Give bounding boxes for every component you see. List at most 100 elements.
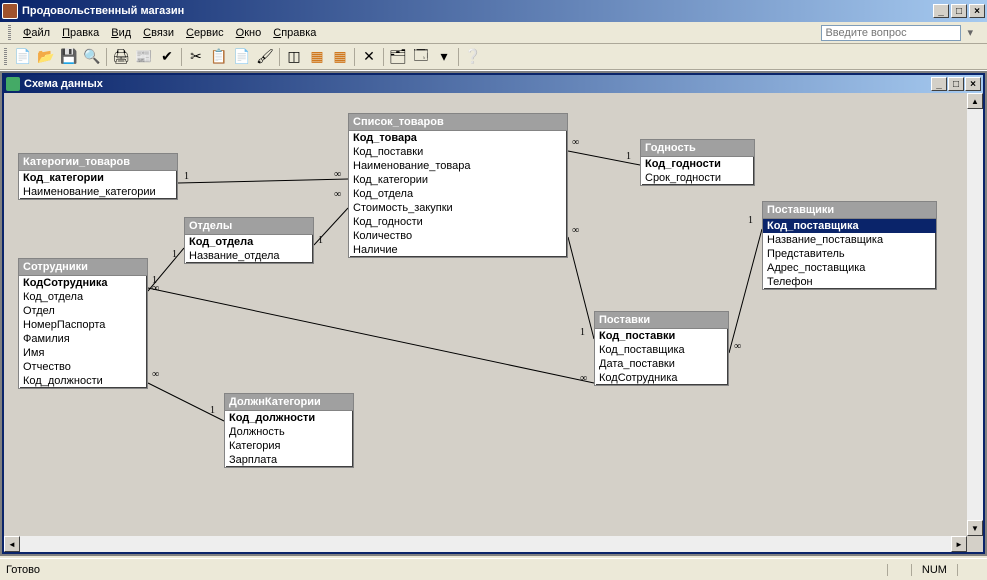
child-titlebar[interactable]: Схема данных _ □ × xyxy=(4,75,983,93)
table-field[interactable]: Категория xyxy=(225,439,353,453)
table-header[interactable]: ДолжнКатегории xyxy=(225,394,353,411)
table-field[interactable]: Код_отдела xyxy=(349,187,567,201)
table-field[interactable]: Код_товара xyxy=(349,131,567,145)
close-button[interactable]: × xyxy=(969,4,985,18)
table-field[interactable]: Наименование_категории xyxy=(19,185,177,199)
vertical-scrollbar[interactable]: ▲ ▼ xyxy=(967,93,983,536)
table-field[interactable]: Срок_годности xyxy=(641,171,754,185)
table-field[interactable]: Наличие xyxy=(349,243,567,257)
table-header[interactable]: Отделы xyxy=(185,218,313,235)
dropdown-arrow-icon[interactable]: ▾ xyxy=(961,26,979,39)
table-deliveries[interactable]: ПоставкиКод_поставкиКод_поставщикаДата_п… xyxy=(594,311,729,386)
table-field[interactable]: Зарплата xyxy=(225,453,353,467)
table-field[interactable]: НомерПаспорта xyxy=(19,318,147,332)
menu-view[interactable]: Вид xyxy=(105,25,137,41)
table-field[interactable]: Код_должности xyxy=(19,374,147,388)
save-icon[interactable]: 💾 xyxy=(58,46,80,68)
menu-tools[interactable]: Сервис xyxy=(180,25,230,41)
svg-text:1: 1 xyxy=(172,249,177,260)
scroll-left-icon[interactable]: ◄ xyxy=(4,536,20,552)
table-field[interactable]: Дата_поставки xyxy=(595,357,728,371)
table-field[interactable]: Код_категории xyxy=(19,171,177,185)
relationships-canvas[interactable]: 1∞1∞1∞∞1∞1∞1∞11∞ Катероги­и_товаровКод_к… xyxy=(4,93,983,536)
paste-icon[interactable]: 📄 xyxy=(231,46,253,68)
show-all-icon[interactable]: ▦ xyxy=(329,46,351,68)
open-icon[interactable]: 📂 xyxy=(35,46,57,68)
table-field[interactable]: КодСотрудника xyxy=(595,371,728,385)
table-field[interactable]: Адрес_поставщика xyxy=(763,261,936,275)
copy-icon[interactable]: 📋 xyxy=(208,46,230,68)
table-header[interactable]: Катероги­и_товаров xyxy=(19,154,177,171)
scroll-down-icon[interactable]: ▼ xyxy=(967,520,983,536)
table-field[interactable]: Код_поставщика xyxy=(763,219,936,233)
table-header[interactable]: Сотрудники xyxy=(19,259,147,276)
table-field[interactable]: Код_годности xyxy=(349,215,567,229)
new-icon[interactable]: 📄 xyxy=(12,46,34,68)
table-field[interactable]: Фамилия xyxy=(19,332,147,346)
table-employees[interactable]: СотрудникиКодСотрудникаКод_отделаОтделНо… xyxy=(18,258,148,389)
scroll-track[interactable] xyxy=(20,536,951,552)
table-positions[interactable]: ДолжнКатегорииКод_должностиДолжностьКате… xyxy=(224,393,354,468)
print-icon[interactable]: 🖨 xyxy=(110,46,132,68)
menu-window[interactable]: Окно xyxy=(230,25,268,41)
menu-edit[interactable]: Правка xyxy=(56,25,105,41)
table-categories[interactable]: Катероги­и_товаровКод_категорииНаименова… xyxy=(18,153,178,200)
table-field[interactable]: КодСотрудника xyxy=(19,276,147,290)
table-departments[interactable]: ОтделыКод_отделаНазвание_отдела xyxy=(184,217,314,264)
table-field[interactable]: Количество xyxy=(349,229,567,243)
table-header[interactable]: Поставщики xyxy=(763,202,936,219)
table-field[interactable]: Отчество xyxy=(19,360,147,374)
cut-icon[interactable]: ✂ xyxy=(185,46,207,68)
table-field[interactable]: Название_поставщика xyxy=(763,233,936,247)
table-shelflife[interactable]: ГодностьКод_годностиСрок_годности xyxy=(640,139,755,186)
window-icon[interactable]: 🗔 xyxy=(410,46,432,68)
horizontal-scrollbar[interactable]: ◄ ► xyxy=(4,536,967,552)
table-field[interactable]: Телефон xyxy=(763,275,936,289)
table-field[interactable]: Код_годности xyxy=(641,157,754,171)
table-field[interactable]: Код_должности xyxy=(225,411,353,425)
table-field[interactable]: Код_поставки xyxy=(595,329,728,343)
table-header[interactable]: Список_товаров xyxy=(349,114,567,131)
table-field[interactable]: Код_категории xyxy=(349,173,567,187)
table-field[interactable]: Имя xyxy=(19,346,147,360)
format-icon[interactable]: 🖌 xyxy=(254,46,276,68)
delete-icon[interactable]: ✕ xyxy=(358,46,380,68)
db-icon[interactable]: 🗂 xyxy=(387,46,409,68)
table-field[interactable]: Код_поставки xyxy=(349,145,567,159)
scroll-up-icon[interactable]: ▲ xyxy=(967,93,983,109)
table-header[interactable]: Годность xyxy=(641,140,754,157)
table-field[interactable]: Название_отдела xyxy=(185,249,313,263)
menu-relationships[interactable]: Связи xyxy=(137,25,180,41)
scroll-right-icon[interactable]: ► xyxy=(951,536,967,552)
help-input[interactable] xyxy=(821,25,961,41)
search-icon[interactable]: 🔍 xyxy=(81,46,103,68)
table-products[interactable]: Список_товаровКод_товараКод_поставкиНаим… xyxy=(348,113,568,258)
table-suppliers[interactable]: ПоставщикиКод_поставщикаНазвание_поставщ… xyxy=(762,201,937,290)
child-minimize-button[interactable]: _ xyxy=(931,77,947,91)
child-close-button[interactable]: × xyxy=(965,77,981,91)
menu-help[interactable]: Справка xyxy=(267,25,322,41)
maximize-button[interactable]: □ xyxy=(951,4,967,18)
spelling-icon[interactable]: ✔ xyxy=(156,46,178,68)
table-field[interactable]: Отдел xyxy=(19,304,147,318)
help-search[interactable] xyxy=(821,25,961,41)
show-table-icon[interactable]: ▦ xyxy=(306,46,328,68)
help-icon[interactable]: ❔ xyxy=(462,46,484,68)
table-field[interactable]: Код_поставщика xyxy=(595,343,728,357)
child-title: Схема данных xyxy=(24,78,931,90)
table-field[interactable]: Должность xyxy=(225,425,353,439)
preview-icon[interactable]: 📰 xyxy=(133,46,155,68)
menu-file[interactable]: Файл xyxy=(17,25,56,41)
table-header[interactable]: Поставки xyxy=(595,312,728,329)
separator xyxy=(383,48,384,66)
child-maximize-button[interactable]: □ xyxy=(948,77,964,91)
table-icon[interactable]: ◫ xyxy=(283,46,305,68)
table-field[interactable]: Стоимость_закупки xyxy=(349,201,567,215)
table-field[interactable]: Представитель xyxy=(763,247,936,261)
table-field[interactable]: Код_отдела xyxy=(19,290,147,304)
table-field[interactable]: Код_отдела xyxy=(185,235,313,249)
dropdown-icon[interactable]: ▾ xyxy=(433,46,455,68)
minimize-button[interactable]: _ xyxy=(933,4,949,18)
scroll-track[interactable] xyxy=(967,109,983,520)
table-field[interactable]: Наименование_товара xyxy=(349,159,567,173)
